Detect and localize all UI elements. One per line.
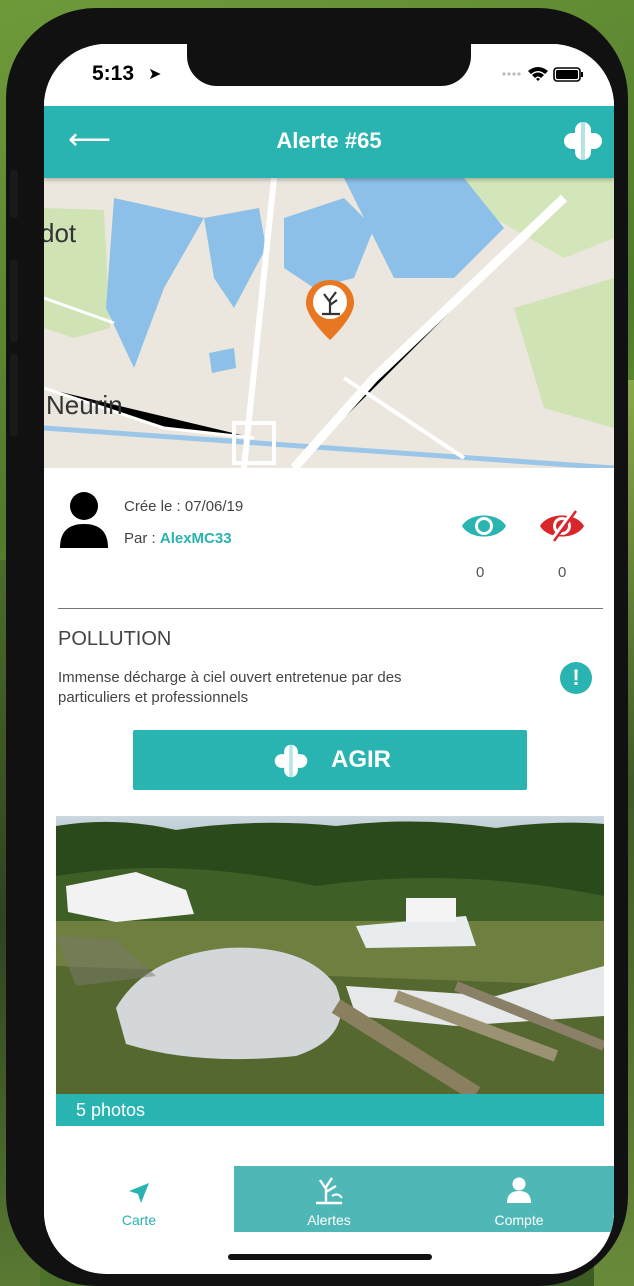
alert-photo[interactable] — [56, 816, 604, 1094]
hidden-count: 0 — [558, 564, 567, 581]
navigation-arrow-icon — [129, 1183, 149, 1203]
volume-down-button — [10, 354, 18, 436]
page-title: Alerte #65 — [276, 128, 382, 153]
author-prefix: Par : — [124, 530, 160, 547]
act-plus-icon — [274, 744, 308, 778]
status-time: 5:13 — [92, 62, 135, 85]
tab-carte[interactable]: Carte — [44, 1166, 234, 1232]
dump-photo-image — [56, 816, 604, 1094]
user-icon — [507, 1177, 531, 1203]
signal-wifi-battery-icon — [502, 67, 583, 82]
map-label-neurin: Neurin — [46, 390, 123, 420]
act-plus-icon[interactable] — [562, 120, 604, 162]
phone-frame: 5:13 ➤ ⟵ Alerte #65 dot Neurin Crée le:… — [6, 8, 628, 1286]
agir-label: AGIR — [331, 746, 391, 773]
alert-map-pin-icon[interactable] — [304, 278, 356, 342]
author-name[interactable]: AlexMC33 — [160, 530, 232, 547]
tab-compte[interactable]: Compte — [424, 1166, 614, 1232]
agir-button[interactable]: AGIR — [133, 730, 527, 790]
tab-alertes[interactable]: Alertes — [234, 1166, 424, 1232]
tab-bar: Carte Alertes Compte — [44, 1166, 614, 1232]
volume-up-button — [10, 260, 18, 342]
photo-count-label: 5 photos — [76, 1100, 146, 1120]
tab-alertes-label: Alertes — [307, 1212, 351, 1228]
alert-description: Immense décharge à ciel ouvert entretenu… — [58, 669, 402, 706]
divider — [58, 608, 603, 609]
created-date: Crée le : 07/06/19 — [124, 498, 244, 515]
user-avatar-icon — [60, 492, 108, 548]
photo-count-bar[interactable]: 5 photos — [56, 1094, 604, 1126]
map-view[interactable]: dot Neurin — [44, 178, 614, 468]
location-arrow-icon: ➤ — [148, 66, 162, 83]
notch — [187, 44, 471, 86]
eye-off-icon[interactable] — [538, 508, 586, 544]
eye-icon[interactable] — [460, 508, 508, 544]
info-exclamation-icon[interactable]: ! — [560, 662, 592, 694]
dead-tree-icon — [316, 1177, 343, 1205]
author-line: Par : AlexMC33 — [124, 530, 232, 547]
map-label-dot: dot — [44, 218, 77, 248]
app-header: ⟵ Alerte #65 — [44, 106, 614, 178]
silent-switch — [10, 170, 18, 218]
screen: 5:13 ➤ ⟵ Alerte #65 dot Neurin Crée le:… — [44, 44, 614, 1274]
alert-category: POLLUTION — [58, 628, 172, 650]
seen-count: 0 — [476, 564, 485, 581]
tab-carte-label: Carte — [121, 1212, 157, 1228]
home-indicator[interactable] — [228, 1254, 432, 1260]
status-bar: 5:13 ➤ — [44, 44, 614, 106]
tab-compte-label: Compte — [494, 1212, 544, 1228]
status-icons — [500, 64, 584, 89]
